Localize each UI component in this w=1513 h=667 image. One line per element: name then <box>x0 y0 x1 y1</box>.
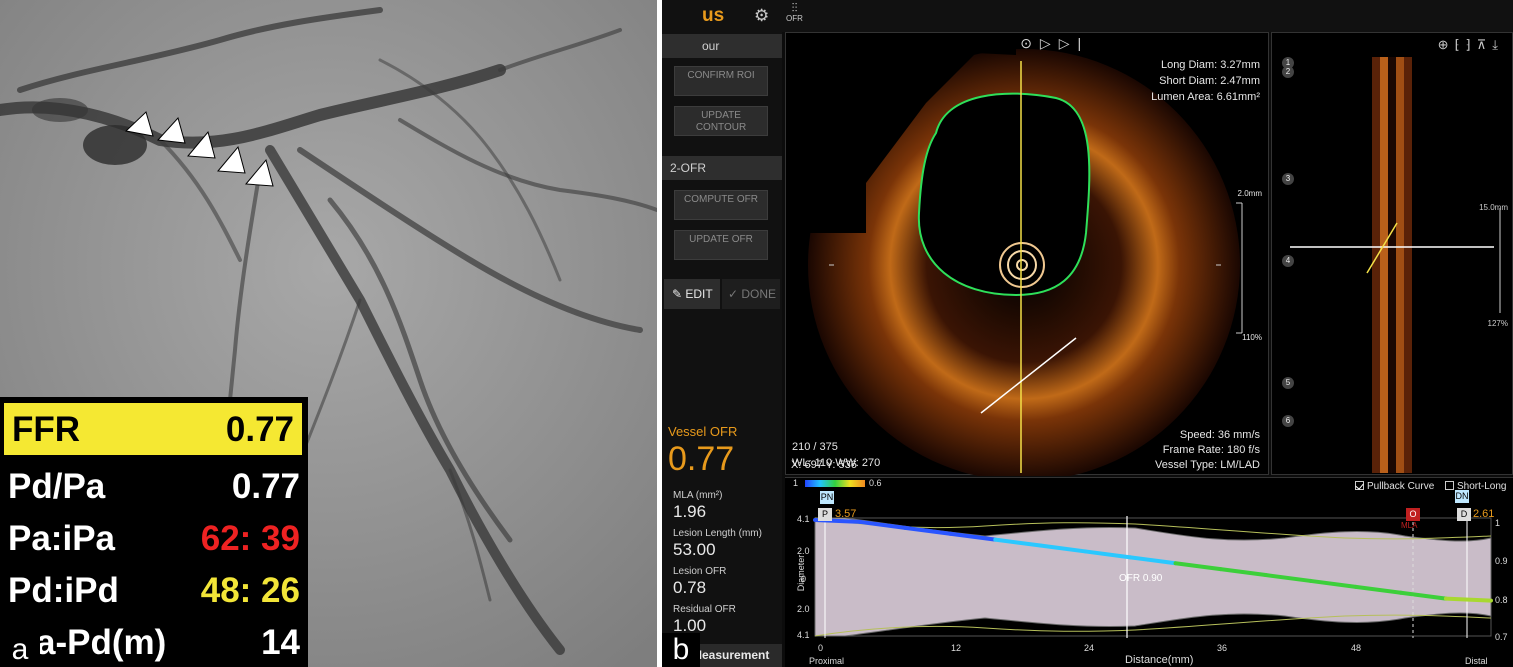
cursor-xy-text: X: 697 Y: 536 <box>791 459 857 471</box>
update-ofr-button[interactable]: UPDATE OFR <box>674 230 768 260</box>
pullback-curve-panel: 1 0.6 Pullback Curve Short-Long PN DN P … <box>785 477 1513 667</box>
p-value: 3.57 <box>835 508 857 520</box>
long-diam-text: Long Diam: 3.27mm <box>1160 59 1260 71</box>
ffr-row: FFR 0.77 <box>4 403 302 455</box>
proximal-label: Proximal <box>809 656 845 666</box>
vessel-ofr-label: Vessel OFR <box>668 424 738 439</box>
y-right-tick-3: 0.8 <box>1495 595 1508 605</box>
check-icon: ✓ <box>728 287 742 301</box>
ffr-readout: FFR 0.77 Pd/Pa 0.77 Pa:iPa 62: 39 Pd:iPd… <box>0 397 308 667</box>
long-scale-top: 15.0mm <box>1479 203 1508 212</box>
frame-rate-text: Frame Rate: 180 f/s <box>1162 444 1260 456</box>
y-tick-3: 0 <box>801 574 807 584</box>
vessel-type-text: Vessel Type: LM/LAD <box>1155 459 1260 471</box>
d-value: 2.61 <box>1473 508 1495 520</box>
o-tag[interactable]: O <box>1406 508 1420 521</box>
mla-label: MLA (mm²) <box>673 490 723 501</box>
pa-pd-mean-label: a-Pd(m) <box>36 623 167 662</box>
frame-counter: 210 / 375 <box>792 441 838 453</box>
distal-label: Distal <box>1465 656 1488 666</box>
speed-text: Speed: 36 mm/s <box>1179 429 1260 441</box>
long-scale-bottom: 127% <box>1487 319 1508 328</box>
ffr-label: FFR <box>12 410 81 449</box>
pd-ipd-label: Pd:iPd <box>8 571 119 610</box>
app-brand: us <box>702 5 725 26</box>
x-tick-48: 48 <box>1351 643 1362 653</box>
lesion-ofr-label: Lesion OFR <box>673 566 727 577</box>
x-tick-36: 36 <box>1217 643 1228 653</box>
ofr-toolbar-label: OFR <box>786 14 803 23</box>
y-tick-1: 4.1 <box>797 514 810 524</box>
frame-marker-3[interactable]: 3 <box>1282 173 1294 185</box>
done-label: DONE <box>741 287 777 301</box>
pa-ipa-label: Pa:iPa <box>8 519 115 558</box>
pd-ipd-value: 48: 26 <box>200 571 300 610</box>
pa-ipa-value: 62: 39 <box>200 519 300 558</box>
pd-ipd-row: Pd:iPd 48: 26 <box>0 565 308 617</box>
y-tick-5: 4.1 <box>797 630 810 640</box>
ofr-software-panel: us ⚙ ⫶⫶ OFR our CONFIRM ROI UPDATE CONTO… <box>662 0 1513 667</box>
panel-b-letter: b <box>662 633 700 667</box>
ofr-annotation: OFR 0.90 <box>1119 573 1163 584</box>
residual-ofr-label: Residual OFR <box>673 604 736 615</box>
panel-a-letter: a <box>0 633 40 667</box>
frame-marker-5[interactable]: 5 <box>1282 377 1294 389</box>
d-tag[interactable]: D <box>1457 508 1471 521</box>
pa-pd-mean-value: 14 <box>261 623 300 662</box>
top-toolbar: us ⚙ ⫶⫶ OFR <box>662 0 1513 32</box>
lumen-contour <box>917 92 1091 297</box>
longitudinal-view[interactable]: ⊕⁅⁆⊼⤓ 1 2 3 4 5 6 15.0mm 127% <box>1271 32 1513 475</box>
edit-toolbar: ✎ EDIT ✓ DONE <box>662 279 782 309</box>
lesion-ofr-value: 0.78 <box>673 578 707 597</box>
frame-marker-2[interactable]: 2 <box>1282 66 1294 78</box>
oct-cross-section-view[interactable]: |◁◁⊙▷▷| <box>785 32 1269 476</box>
mla-tag: MLA <box>1401 521 1418 530</box>
contour-section-header: our <box>662 34 782 58</box>
ffr-value: 0.77 <box>225 410 294 449</box>
lesion-length-label: Lesion Length (mm) <box>673 528 762 539</box>
sliders-icon: ⫶⫶ <box>791 1 798 15</box>
ofr-section-header: 2-OFR <box>662 156 782 180</box>
update-contour-button[interactable]: UPDATE CONTOUR <box>674 106 768 136</box>
edit-button[interactable]: ✎ EDIT <box>664 279 720 309</box>
compute-ofr-button[interactable]: COMPUTE OFR <box>674 190 768 220</box>
mla-value: 1.96 <box>673 502 707 521</box>
lesion-length-value: 53.00 <box>673 540 716 559</box>
ofr-metrics: Vessel OFR 0.77 MLA (mm²) 1.96 Lesion Le… <box>662 424 782 644</box>
short-diam-text: Short Diam: 2.47mm <box>1159 75 1260 87</box>
dn-tag[interactable]: DN <box>1455 490 1469 503</box>
longitudinal-image <box>1290 57 1501 473</box>
pd-pa-label: Pd/Pa <box>8 467 106 506</box>
left-sidebar: our CONFIRM ROI UPDATE CONTOUR 2-OFR COM… <box>662 32 782 667</box>
p-tag[interactable]: P <box>818 508 832 521</box>
pd-pa-value: 0.77 <box>231 467 300 506</box>
frame-marker-4[interactable]: 4 <box>1282 255 1294 267</box>
angiogram-panel: FFR 0.77 Pd/Pa 0.77 Pa:iPa 62: 39 Pd:iPd… <box>0 0 657 667</box>
pencil-icon: ✎ <box>672 287 686 301</box>
pd-pa-row: Pd/Pa 0.77 <box>0 461 308 513</box>
x-tick-0: 0 <box>818 643 824 653</box>
gear-icon[interactable]: ⚙ <box>754 6 769 26</box>
x-axis-label: Distance(mm) <box>1125 654 1194 666</box>
y-tick-2: 2.0 <box>797 546 810 556</box>
vessel-ofr-value: 0.77 <box>668 440 735 478</box>
ofr-curve-segment <box>1443 596 1493 603</box>
lumen-area-text: Lumen Area: 6.61mm² <box>1151 91 1260 103</box>
y-tick-4: 2.0 <box>797 604 810 614</box>
oct-scale-bottom: 110% <box>1242 333 1262 342</box>
done-button[interactable]: ✓ DONE <box>722 279 780 309</box>
y-right-tick-1: 1 <box>1495 518 1501 528</box>
pa-ipa-row: Pa:iPa 62: 39 <box>0 513 308 565</box>
pn-tag[interactable]: PN <box>820 491 834 504</box>
frame-marker-6[interactable]: 6 <box>1282 415 1294 427</box>
ofr-settings-button[interactable]: ⫶⫶ OFR <box>786 1 803 24</box>
pa-pd-mean-row: a-Pd(m) 14 <box>0 617 308 667</box>
oct-scale-top: 2.0mm <box>1237 189 1262 198</box>
x-tick-24: 24 <box>1084 643 1095 653</box>
y-right-tick-4: 0.7 <box>1495 632 1508 642</box>
y-right-tick-2: 0.9 <box>1495 556 1508 566</box>
confirm-roi-button[interactable]: CONFIRM ROI <box>674 66 768 96</box>
edit-label: EDIT <box>685 287 713 301</box>
x-tick-12: 12 <box>951 643 962 653</box>
